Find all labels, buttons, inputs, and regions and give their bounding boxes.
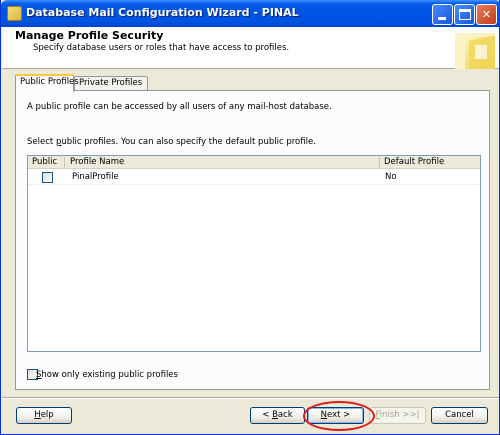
help-button[interactable]: Help: [16, 407, 72, 424]
column-divider[interactable]: [64, 157, 65, 168]
back-button[interactable]: < Back: [250, 407, 305, 424]
profile-name-cell: PinalProfile: [72, 172, 119, 182]
cancel-button[interactable]: Cancel: [431, 407, 488, 424]
window-title: Database Mail Configuration Wizard - PIN…: [26, 6, 299, 19]
next-button[interactable]: Next >: [307, 407, 364, 424]
title-bar[interactable]: Database Mail Configuration Wizard - PIN…: [1, 0, 500, 27]
profiles-grid: Public Profile Name Default Profile Pina…: [27, 155, 481, 352]
finish-button[interactable]: Finish >>|: [369, 407, 426, 424]
select-profiles-instruction: Select public profiles. You can also spe…: [27, 137, 316, 147]
button-separator: [2, 397, 499, 399]
tab-public-profiles[interactable]: Public Profiles: [15, 74, 79, 92]
column-divider[interactable]: [379, 157, 380, 168]
table-row[interactable]: PinalProfile No: [28, 169, 480, 185]
public-checkbox[interactable]: [42, 172, 53, 183]
page-subtitle: Specify database users or roles that hav…: [33, 43, 290, 53]
wizard-graphic-icon: [455, 33, 495, 69]
column-header-profile-name[interactable]: Profile Name: [70, 157, 124, 167]
public-profile-description: A public profile can be accessed by all …: [27, 102, 332, 112]
close-button[interactable]: ✕: [476, 4, 497, 25]
close-icon: ✕: [481, 8, 492, 21]
maximize-button[interactable]: [454, 4, 475, 25]
minimize-icon: [438, 17, 446, 20]
app-icon: [7, 6, 22, 21]
wizard-header: Manage Profile Security Specify database…: [2, 27, 499, 69]
tab-private-profiles[interactable]: Private Profiles: [74, 76, 148, 91]
public-profiles-page: A public profile can be accessed by all …: [15, 90, 490, 390]
column-header-default-profile[interactable]: Default Profile: [384, 157, 444, 167]
wizard-window: Database Mail Configuration Wizard - PIN…: [0, 0, 500, 435]
show-existing-label[interactable]: Show only existing public profiles: [36, 370, 178, 380]
column-header-public[interactable]: Public: [32, 157, 57, 167]
page-title: Manage Profile Security: [15, 29, 164, 42]
default-profile-cell[interactable]: No: [385, 172, 397, 182]
minimize-button[interactable]: [432, 4, 453, 25]
grid-header: Public Profile Name Default Profile: [28, 156, 480, 169]
maximize-icon: [459, 9, 471, 20]
